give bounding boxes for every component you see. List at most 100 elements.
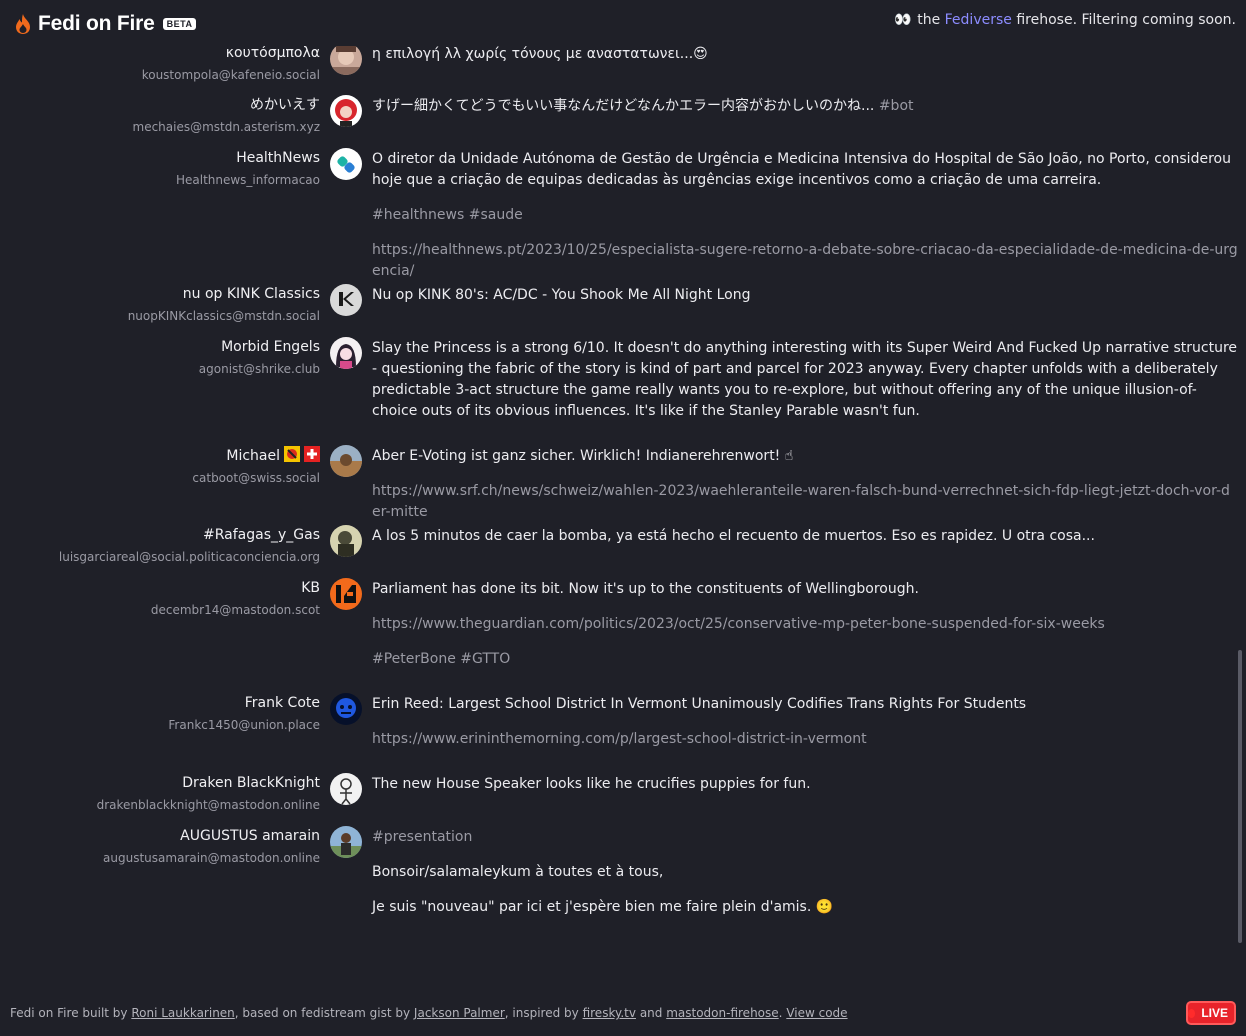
top-bar: Fedi on Fire BETA 👀 the Fediverse fireho…	[0, 0, 1246, 46]
tagline: 👀 the Fediverse firehose. Filtering comi…	[894, 12, 1236, 28]
author-name[interactable]: HealthNews	[176, 149, 320, 167]
hashtags[interactable]: #healthnews #saude	[372, 205, 1238, 226]
swiss-flag-icon	[304, 446, 320, 462]
post-content: Parliament has done its bit. Now it's up…	[372, 579, 1238, 684]
tagline-post: firehose. Filtering coming soon.	[1016, 12, 1236, 28]
footer-text: , based on fedistream gist by	[234, 1006, 411, 1020]
live-label: LIVE	[1201, 1006, 1228, 1020]
avatar[interactable]	[330, 445, 362, 477]
author-name[interactable]: Draken BlackKnight	[97, 774, 320, 792]
post-author: KB decembr14@mastodon.scot	[151, 579, 320, 618]
author-handle[interactable]: luisgarciareal@social.politicaconciencia…	[59, 549, 320, 565]
post-content: Aber E-Voting ist ganz sicher. Wirklich!…	[372, 446, 1238, 537]
avatar[interactable]	[330, 43, 362, 75]
post-author: HealthNews Healthnews_informacao	[176, 149, 320, 188]
live-dot-icon	[1188, 1008, 1196, 1018]
post-content: すげー細かくてどうでもいい事なんだけどなんかエラー内容がおかしいのかね... #…	[372, 96, 1238, 131]
post-text: すげー細かくてどうでもいい事なんだけどなんかエラー内容がおかしいのかね...	[372, 98, 875, 114]
author-name[interactable]: #Rafagas_y_Gas	[59, 526, 320, 544]
author-handle[interactable]: decembr14@mastodon.scot	[151, 602, 320, 618]
avatar[interactable]	[330, 95, 362, 127]
author-handle[interactable]: Healthnews_informacao	[176, 172, 320, 188]
post-content: O diretor da Unidade Autónoma de Gestão …	[372, 149, 1238, 296]
author-handle[interactable]: mechaies@mstdn.asterism.xyz	[133, 119, 321, 135]
post-text: A los 5 minutos de caer la bomba, ya est…	[372, 528, 1095, 544]
post-author: κουτόσμπολα koustompola@kafeneio.social	[142, 44, 320, 83]
author-handle[interactable]: Frankc1450@union.place	[168, 717, 320, 733]
author-handle[interactable]: catboot@swiss.social	[192, 470, 320, 486]
hashtags[interactable]: #PeterBone #GTTO	[372, 649, 1238, 670]
avatar[interactable]	[330, 578, 362, 610]
brand[interactable]: Fedi on Fire BETA	[14, 12, 197, 36]
avatar[interactable]	[330, 693, 362, 725]
avatar[interactable]	[330, 773, 362, 805]
post-author: Michael catboot@swiss.social	[192, 446, 320, 486]
eyes-icon: 👀	[894, 12, 912, 28]
footer-text: and	[639, 1006, 663, 1020]
post-content: Erin Reed: Largest School District In Ve…	[372, 694, 1238, 764]
gist-author-link[interactable]: Jackson Palmer	[414, 1006, 505, 1020]
post-author: めかいえす mechaies@mstdn.asterism.xyz	[133, 96, 321, 135]
post-author: #Rafagas_y_Gas luisgarciareal@social.pol…	[59, 526, 320, 565]
post-text: Bonsoir/salamaleykum à toutes et à tous,	[372, 864, 664, 880]
footer: Fedi on Fire built by Roni Laukkarinen, …	[0, 990, 1246, 1036]
post-content: #presentation Bonsoir/salamaleykum à tou…	[372, 827, 1238, 932]
post-text: Erin Reed: Largest School District In Ve…	[372, 696, 1027, 712]
avatar[interactable]	[330, 148, 362, 180]
author-name[interactable]: KB	[151, 579, 320, 597]
post-author: nu op KINK Classics nuopKINKclassics@mst…	[128, 285, 320, 324]
beta-badge: BETA	[162, 18, 197, 30]
hashtag[interactable]: #bot	[879, 98, 914, 114]
post-link[interactable]: https://healthnews.pt/2023/10/25/especia…	[372, 240, 1238, 282]
author-name[interactable]: nu op KINK Classics	[128, 285, 320, 303]
footer-credits: Fedi on Fire built by Roni Laukkarinen, …	[10, 1006, 848, 1020]
brand-name: Fedi on Fire	[38, 12, 155, 35]
post-text: The new House Speaker looks like he cruc…	[372, 776, 811, 792]
post-text: Parliament has done its bit. Now it's up…	[372, 581, 919, 597]
post-link[interactable]: https://www.theguardian.com/politics/202…	[372, 614, 1238, 635]
hashtags[interactable]: #presentation	[372, 827, 1238, 848]
post-text: O diretor da Unidade Autónoma de Gestão …	[372, 151, 1231, 188]
author-handle[interactable]: drakenblackknight@mastodon.online	[97, 797, 320, 813]
author-handle[interactable]: agonist@shrike.club	[199, 361, 320, 377]
author-name[interactable]: Michael	[226, 448, 280, 464]
live-button[interactable]: LIVE	[1186, 1001, 1236, 1025]
avatar[interactable]	[330, 525, 362, 557]
footer-text: , inspired by	[504, 1006, 579, 1020]
tagline-pre: the	[917, 12, 941, 28]
flag-icon	[284, 446, 300, 462]
post-author: Morbid Engels agonist@shrike.club	[199, 338, 320, 377]
post-content: η επιλογή λλ χωρίς τόνους με αναστατωνει…	[372, 44, 1238, 79]
post-text: η επιλογή λλ χωρίς τόνους με αναστατωνει…	[372, 46, 708, 62]
author-name[interactable]: めかいえす	[133, 96, 320, 114]
author-handle[interactable]: augustusamarain@mastodon.online	[103, 850, 320, 866]
post-link[interactable]: https://www.srf.ch/news/schweiz/wahlen-2…	[372, 481, 1238, 523]
mastodon-firehose-link[interactable]: mastodon-firehose	[666, 1006, 778, 1020]
fediverse-link[interactable]: Fediverse	[945, 12, 1012, 28]
view-code-link[interactable]: View code	[786, 1006, 847, 1020]
author-name[interactable]: Morbid Engels	[199, 338, 320, 356]
author-name[interactable]: κουτόσμπολα	[142, 44, 320, 62]
firesky-link[interactable]: firesky.tv	[583, 1006, 636, 1020]
post-content: Slay the Princess is a strong 6/10. It d…	[372, 338, 1238, 436]
scrollbar[interactable]	[1238, 650, 1242, 943]
author-name[interactable]: Frank Cote	[168, 694, 320, 712]
flame-icon	[16, 14, 30, 34]
author-link[interactable]: Roni Laukkarinen	[131, 1006, 234, 1020]
post-link[interactable]: https://www.erininthemorning.com/p/large…	[372, 729, 1238, 750]
author-handle[interactable]: koustompola@kafeneio.social	[142, 67, 320, 83]
avatar[interactable]	[330, 284, 362, 316]
post-text: Slay the Princess is a strong 6/10. It d…	[372, 340, 1238, 419]
avatar[interactable]	[330, 337, 362, 369]
avatar[interactable]	[330, 826, 362, 858]
post-author: AUGUSTUS amarain augustusamarain@mastodo…	[103, 827, 320, 866]
author-handle[interactable]: nuopKINKclassics@mstdn.social	[128, 308, 320, 324]
post-text: Aber E-Voting ist ganz sicher. Wirklich!…	[372, 448, 794, 464]
footer-text: .	[778, 1006, 783, 1020]
author-name[interactable]: AUGUSTUS amarain	[103, 827, 320, 845]
post-content: Nu op KINK 80's: AC/DC - You Shook Me Al…	[372, 285, 1238, 320]
post-text: Nu op KINK 80's: AC/DC - You Shook Me Al…	[372, 287, 751, 303]
post-author: Draken BlackKnight drakenblackknight@mas…	[97, 774, 320, 813]
footer-text: Fedi on Fire built by	[10, 1006, 128, 1020]
post-feed: κουτόσμπολα koustompola@kafeneio.social …	[0, 0, 1246, 990]
